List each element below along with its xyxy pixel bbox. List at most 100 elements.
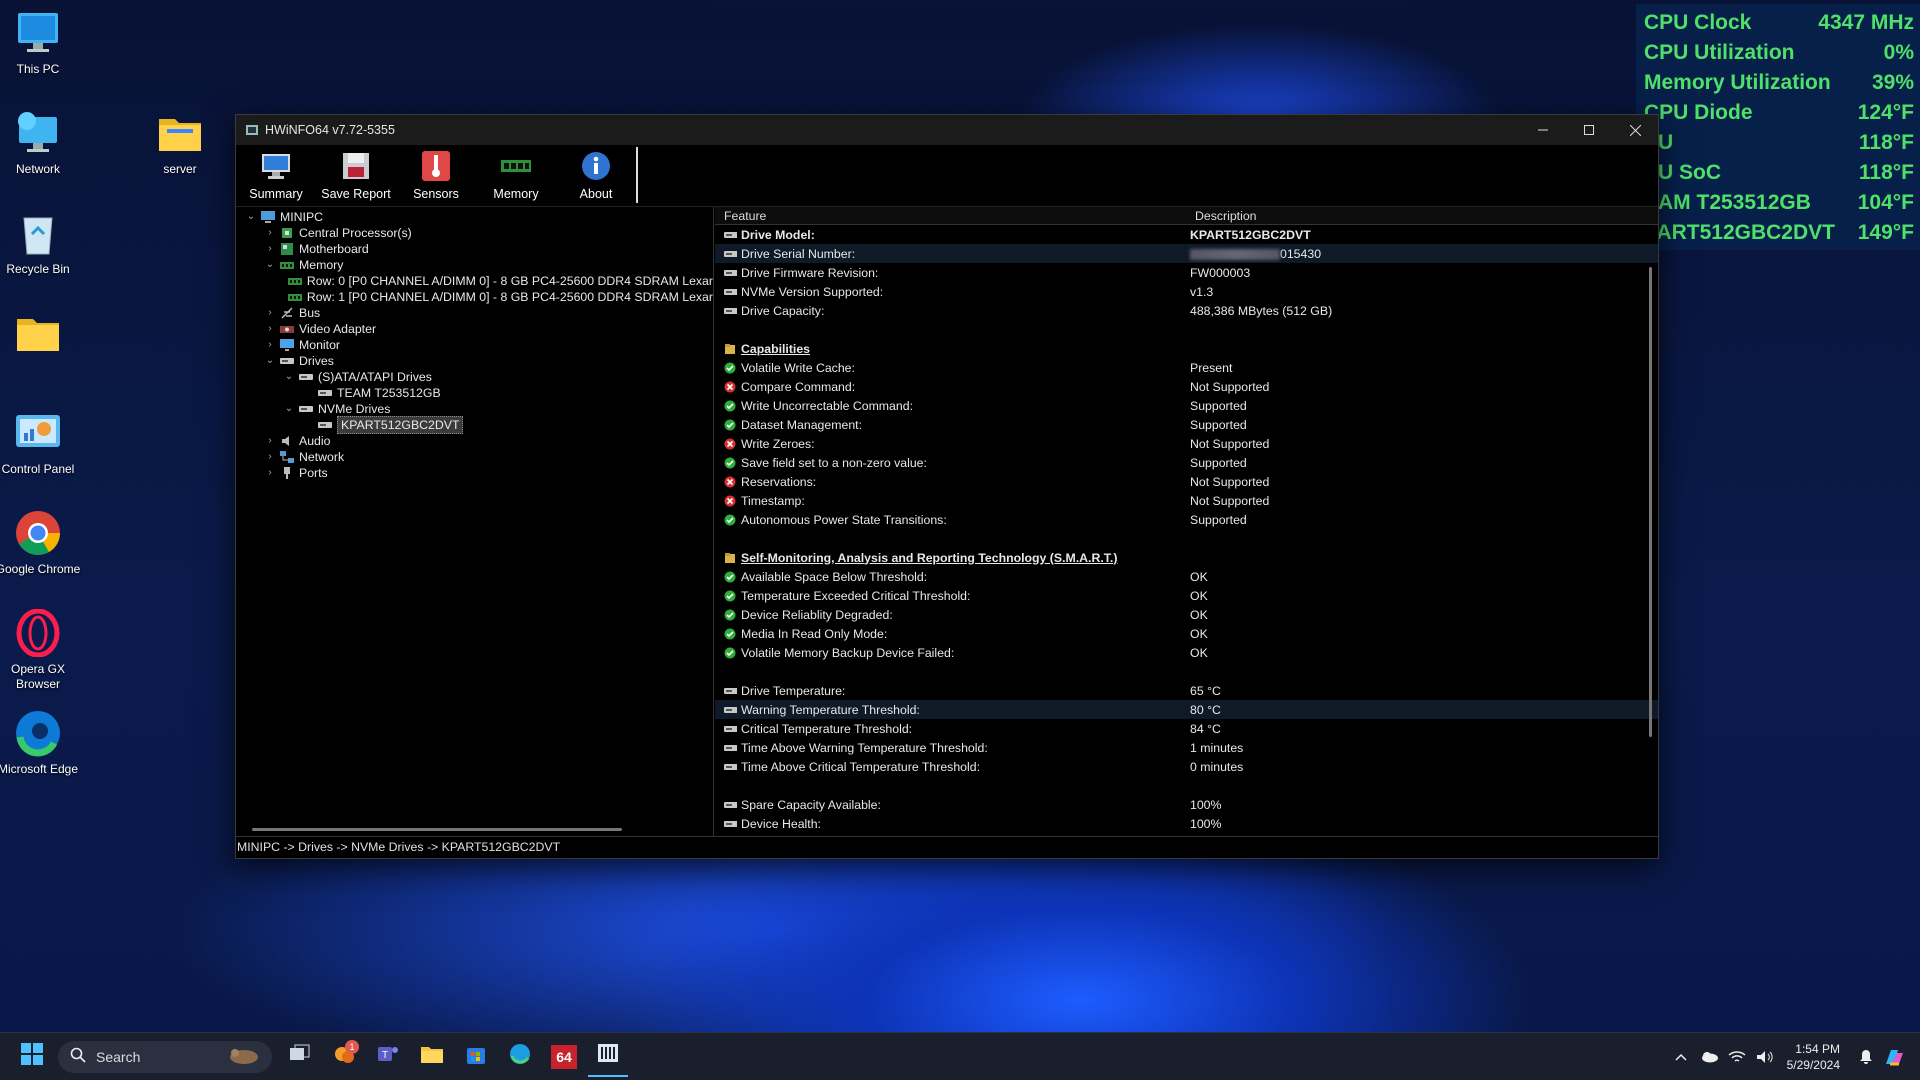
detail-row[interactable]: Time Above Warning Temperature Threshold… [715, 738, 1658, 757]
edge-button[interactable] [500, 1037, 540, 1077]
detail-row[interactable]: Spare Capacity Available: 100% [715, 795, 1658, 814]
detail-row[interactable]: Device Health: 100% [715, 814, 1658, 833]
detail-row[interactable]: Warning Temperature Threshold: 80 °C [715, 700, 1658, 719]
feature-column-header[interactable]: Feature [715, 207, 1186, 224]
detail-row[interactable]: Timestamp: Not Supported [715, 491, 1658, 510]
wifi-icon[interactable] [1725, 1045, 1749, 1069]
tree-node[interactable]: › Network [236, 449, 713, 465]
detail-row[interactable]: Critical Temperature Threshold: 84 °C [715, 719, 1658, 738]
store-button[interactable] [456, 1037, 496, 1077]
tree-node[interactable]: ⌄ Memory [236, 257, 713, 273]
onedrive-icon[interactable] [1697, 1045, 1721, 1069]
title-bar[interactable]: HWiNFO64 v7.72-5355 [236, 115, 1658, 145]
tree-node[interactable]: ⌄ MINIPC [236, 209, 713, 225]
hwinfo-taskbar-button[interactable]: 64 [544, 1037, 584, 1077]
horizontal-scrollbar[interactable] [252, 828, 622, 831]
section-header[interactable]: Self-Monitoring, Analysis and Reporting … [715, 548, 1658, 567]
tree-node[interactable]: ⌄ Drives [236, 353, 713, 369]
bell-icon[interactable] [1854, 1045, 1878, 1069]
chevron-right-icon[interactable]: › [263, 241, 277, 257]
start-button[interactable] [12, 1037, 52, 1077]
sensors-button[interactable]: Sensors [396, 145, 476, 206]
microsoft-edge-shortcut[interactable]: Microsoft Edge [0, 708, 86, 777]
detail-row[interactable]: Reservations: Not Supported [715, 472, 1658, 491]
summary-button[interactable]: Summary [236, 145, 316, 206]
detail-row[interactable]: Drive Model: KPART512GBC2DVT [715, 225, 1658, 244]
detail-row[interactable]: Dataset Management: Supported [715, 415, 1658, 434]
chevron-right-icon[interactable]: › [263, 465, 277, 481]
device-tree[interactable]: ⌄ MINIPC › Central Processor(s) › Motherboard… [236, 207, 714, 837]
tree-node[interactable]: Row: 1 [P0 CHANNEL A/DIMM 0] - 8 GB PC4-… [236, 289, 713, 305]
chevron-down-icon[interactable]: ⌄ [263, 353, 277, 369]
memory-button[interactable]: Memory [476, 145, 556, 206]
detail-row[interactable]: Write Zeroes: Not Supported [715, 434, 1658, 453]
detail-row[interactable]: Drive Temperature: 65 °C [715, 681, 1658, 700]
maximize-button[interactable] [1566, 115, 1612, 145]
recycle-bin-shortcut[interactable]: Recycle Bin [0, 208, 86, 277]
chevron-up-icon[interactable] [1669, 1045, 1693, 1069]
close-button[interactable] [1612, 115, 1658, 145]
tree-node[interactable]: ⌄ NVMe Drives [236, 401, 713, 417]
detail-row[interactable]: Write Uncorrectable Command: Supported [715, 396, 1658, 415]
server-folder-shortcut[interactable]: server [132, 108, 228, 177]
detail-row[interactable]: NVMe Version Supported: v1.3 [715, 282, 1658, 301]
chevron-right-icon[interactable]: › [263, 305, 277, 321]
vertical-scrollbar[interactable] [1649, 267, 1652, 737]
detail-row[interactable]: Volatile Write Cache: Present [715, 358, 1658, 377]
hwinfo-sensors-button[interactable] [588, 1037, 628, 1077]
detail-row[interactable]: Volatile Memory Backup Device Failed: OK [715, 643, 1658, 662]
tree-node[interactable]: › Motherboard [236, 241, 713, 257]
description-column-header[interactable]: Description [1186, 207, 1257, 224]
teams-button[interactable]: T [368, 1037, 408, 1077]
volume-icon[interactable] [1753, 1045, 1777, 1069]
tree-node[interactable]: › Monitor [236, 337, 713, 353]
detail-row[interactable]: Drive Capacity: 488,386 MBytes (512 GB) [715, 301, 1658, 320]
chevron-right-icon[interactable]: › [263, 337, 277, 353]
tree-node[interactable]: › Bus [236, 305, 713, 321]
detail-row[interactable]: Drive Serial Number: 015430 [715, 244, 1658, 263]
tree-node[interactable]: › Central Processor(s) [236, 225, 713, 241]
minimize-button[interactable] [1520, 115, 1566, 145]
tree-node[interactable]: › Ports [236, 465, 713, 481]
chevron-down-icon[interactable]: ⌄ [263, 257, 277, 273]
folder-shortcut[interactable] [0, 308, 86, 362]
about-button[interactable]: About [556, 145, 636, 206]
board-icon [279, 242, 295, 256]
detail-row[interactable]: Media In Read Only Mode: OK [715, 624, 1658, 643]
tree-node[interactable]: Row: 0 [P0 CHANNEL A/DIMM 0] - 8 GB PC4-… [236, 273, 713, 289]
this-pc-shortcut[interactable]: This PC [0, 8, 86, 77]
tree-node[interactable]: TEAM T253512GB [236, 385, 713, 401]
save-report-button[interactable]: Save Report [316, 145, 396, 206]
file-explorer-button[interactable] [412, 1037, 452, 1077]
tree-node[interactable]: › Video Adapter [236, 321, 713, 337]
detail-row[interactable]: Available Space Below Threshold: OK [715, 567, 1658, 586]
detail-row[interactable]: Autonomous Power State Transitions: Suppo… [715, 510, 1658, 529]
svg-text:T: T [382, 1050, 388, 1061]
chevron-down-icon[interactable]: ⌄ [282, 369, 296, 385]
control-panel-shortcut[interactable]: Control Panel [0, 408, 86, 477]
chevron-down-icon[interactable]: ⌄ [282, 401, 296, 417]
detail-row[interactable]: Time Above Critical Temperature Threshol… [715, 757, 1658, 776]
task-view-button[interactable] [280, 1037, 320, 1077]
tree-node[interactable]: › Audio [236, 433, 713, 449]
chevron-right-icon[interactable]: › [263, 433, 277, 449]
detail-row[interactable]: Drive Firmware Revision: FW000003 [715, 263, 1658, 282]
opera-gx-shortcut[interactable]: Opera GX Browser [0, 608, 86, 692]
detail-row[interactable]: Save field set to a non-zero value: Suppo… [715, 453, 1658, 472]
tree-node[interactable]: KPART512GBC2DVT [236, 416, 713, 434]
chevron-right-icon[interactable]: › [263, 449, 277, 465]
chevron-right-icon[interactable]: › [263, 225, 277, 241]
section-header[interactable]: Capabilities [715, 339, 1658, 358]
google-chrome-shortcut[interactable]: Google Chrome [0, 508, 86, 577]
chevron-down-icon[interactable]: ⌄ [244, 209, 258, 225]
detail-row[interactable]: Compare Command: Not Supported [715, 377, 1658, 396]
network-desktop-shortcut[interactable]: Network [0, 108, 86, 177]
detail-row[interactable]: Temperature Exceeded Critical Threshold:… [715, 586, 1658, 605]
detail-row[interactable]: Device Reliablity Degraded: OK [715, 605, 1658, 624]
chevron-right-icon[interactable]: › [263, 321, 277, 337]
copilot-icon[interactable] [1882, 1045, 1906, 1069]
clock[interactable]: 1:54 PM 5/29/2024 [1787, 1041, 1840, 1073]
tree-node[interactable]: ⌄ (S)ATA/ATAPI Drives [236, 369, 713, 385]
taskbar-search[interactable]: Search [58, 1040, 272, 1073]
widgets-button[interactable]: 1 [324, 1037, 364, 1077]
